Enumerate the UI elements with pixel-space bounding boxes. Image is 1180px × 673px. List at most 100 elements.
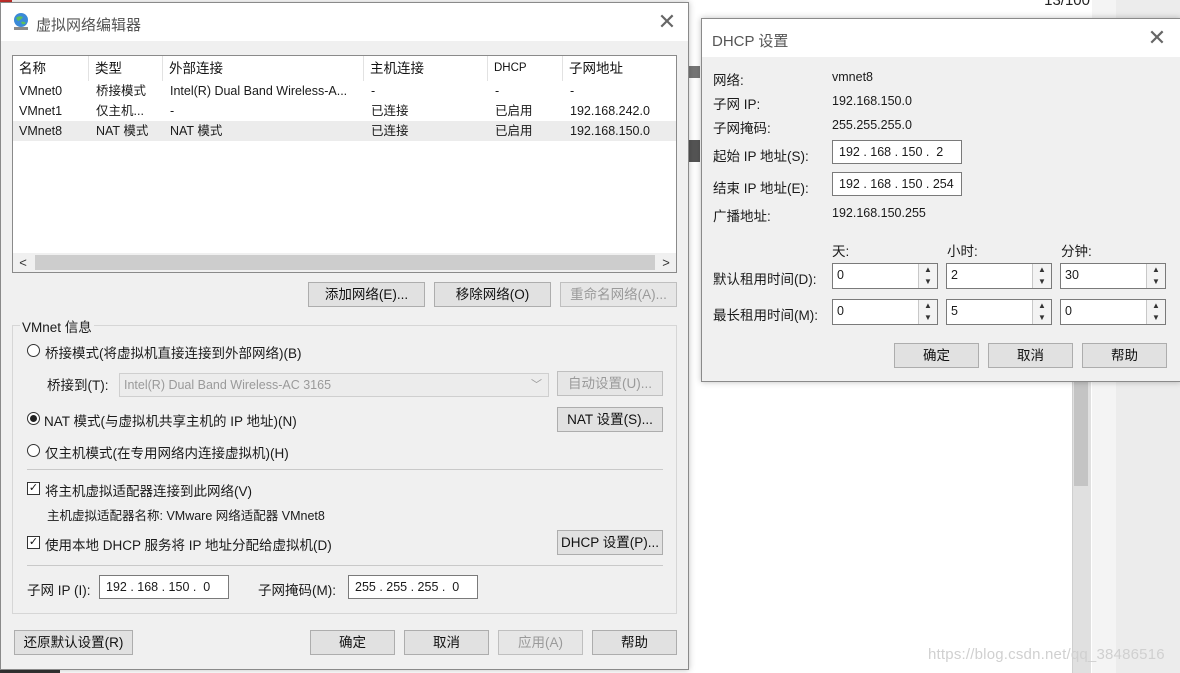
apply-button[interactable]: 应用(A) [498,630,583,655]
restore-defaults-button[interactable]: 还原默认设置(R) [14,630,133,655]
stepper-value: 5 [951,304,958,318]
host-only-label[interactable]: 仅主机模式(在专用网络内连接虚拟机)(H) [45,442,289,462]
table-horizontal-scrollbar[interactable]: < > [13,253,676,272]
subnet-mask-label: 子网掩码(M): [258,583,336,598]
stepper-value: 2 [951,268,958,282]
ok-button[interactable]: 确定 [894,343,979,368]
cancel-button[interactable]: 取消 [988,343,1073,368]
cell-name: VMnet8 [19,124,63,138]
max-lease-hours-stepper[interactable]: 5 ▲ ▼ [946,299,1052,325]
default-lease-hours-stepper[interactable]: 2 ▲ ▼ [946,263,1052,289]
title-bar: 虚拟网络编辑器 ✕ [1,3,688,41]
virtual-network-editor-window: 虚拟网络编辑器 ✕ 名称 类型 外部连接 主机连接 DHCP 子网地址 VMne… [0,2,689,670]
network-table: 名称 类型 外部连接 主机连接 DHCP 子网地址 VMnet0 桥接模式 In… [12,55,677,273]
cell-host: 已连接 [371,104,409,118]
cell-type: NAT 模式 [96,124,149,138]
broadcast-value: 192.168.150.255 [832,206,926,220]
end-ip-label: 结束 IP 地址(E): [713,181,809,196]
spin-down-icon[interactable]: ▼ [919,312,937,324]
max-lease-label: 最长租用时间(M): [713,308,818,323]
help-button[interactable]: 帮助 [592,630,677,655]
spin-down-icon[interactable]: ▼ [1033,312,1051,324]
cell-name: VMnet1 [19,104,63,118]
days-column-label: 天: [832,244,850,259]
remove-network-button[interactable]: 移除网络(O) [434,282,551,307]
use-dhcp-label[interactable]: 使用本地 DHCP 服务将 IP 地址分配给虚拟机(D) [45,534,332,554]
end-ip-field[interactable]: 192 . 168 . 150 . 254 [832,172,962,196]
cell-external: - [170,104,175,118]
close-icon[interactable]: ✕ [1144,25,1170,51]
vmware-network-icon [11,12,31,32]
default-lease-minutes-stepper[interactable]: 30 ▲ ▼ [1060,263,1166,289]
table-row-vmnet8[interactable]: VMnet8 NAT 模式 NAT 模式 已连接 已启用 192.168.150… [13,121,676,141]
chevron-left-icon[interactable]: < [13,253,33,272]
column-header-host[interactable]: 主机连接 [364,56,488,81]
column-header-external[interactable]: 外部连接 [163,56,364,81]
bridge-adapter-select[interactable]: Intel(R) Dual Band Wireless-AC 3165 ﹀ [119,373,549,397]
max-lease-minutes-stepper[interactable]: 0 ▲ ▼ [1060,299,1166,325]
cell-dhcp: 已启用 [495,124,533,138]
nat-mode-radio[interactable] [27,412,40,425]
divider [27,469,663,470]
default-lease-days-stepper[interactable]: 0 ▲ ▼ [832,263,938,289]
subnet-ip-value: 192.168.150.0 [832,94,912,108]
adapter-name-text: 主机虚拟适配器名称: VMware 网络适配器 VMnet8 [47,509,325,523]
column-header-subnet[interactable]: 子网地址 [563,56,676,81]
cell-type: 桥接模式 [96,84,147,98]
cell-type: 仅主机... [96,104,144,118]
start-ip-field[interactable]: 192 . 168 . 150 . 2 [832,140,962,164]
spin-down-icon[interactable]: ▼ [919,276,937,288]
help-button[interactable]: 帮助 [1082,343,1167,368]
dhcp-settings-button[interactable]: DHCP 设置(P)... [557,530,663,555]
host-only-radio[interactable] [27,444,40,457]
table-row-vmnet1[interactable]: VMnet1 仅主机... - 已连接 已启用 192.168.242.0 [13,101,676,121]
bridge-to-label: 桥接到(T): [47,378,109,393]
cancel-button[interactable]: 取消 [404,630,489,655]
scrollbar-thumb[interactable] [35,255,655,270]
network-value: vmnet8 [832,70,873,84]
start-ip-label: 起始 IP 地址(S): [713,149,809,164]
chevron-right-icon[interactable]: > [656,253,676,272]
cell-external: NAT 模式 [170,124,223,138]
subnet-ip-field[interactable]: 192 . 168 . 150 . 0 [99,575,229,599]
column-header-dhcp[interactable]: DHCP [488,56,563,81]
ok-button[interactable]: 确定 [310,630,395,655]
background-scrollbar-thumb[interactable] [1074,380,1088,486]
max-lease-days-stepper[interactable]: 0 ▲ ▼ [832,299,938,325]
spin-down-icon[interactable]: ▼ [1033,276,1051,288]
page-counter: 13/100 [1044,0,1090,9]
spin-down-icon[interactable]: ▼ [1147,276,1165,288]
subnet-mask-field[interactable]: 255 . 255 . 255 . 0 [348,575,478,599]
add-network-button[interactable]: 添加网络(E)... [308,282,425,307]
table-row-vmnet0[interactable]: VMnet0 桥接模式 Intel(R) Dual Band Wireless-… [13,81,676,101]
divider [27,565,663,566]
cell-dhcp: 已启用 [495,104,533,118]
bridge-mode-radio[interactable] [27,344,40,357]
nat-settings-button[interactable]: NAT 设置(S)... [557,407,663,432]
column-header-name[interactable]: 名称 [13,56,89,81]
cell-host: 已连接 [371,124,409,138]
subnet-ip-label: 子网 IP: [713,97,761,112]
column-header-type[interactable]: 类型 [89,56,163,81]
stepper-value: 0 [837,268,844,282]
close-icon[interactable]: ✕ [654,9,680,35]
dhcp-settings-window: DHCP 设置 ✕ 网络: vmnet8 子网 IP: 192.168.150.… [701,18,1180,382]
connect-adapter-checkbox[interactable]: ✓ [27,482,40,495]
connect-adapter-label[interactable]: 将主机虚拟适配器连接到此网络(V) [45,480,252,500]
chevron-down-icon: ﹀ [531,379,542,391]
spin-down-icon[interactable]: ▼ [1147,312,1165,324]
cell-subnet: 192.168.242.0 [570,104,650,118]
use-dhcp-checkbox[interactable]: ✓ [27,536,40,549]
title-bar: DHCP 设置 ✕ [702,19,1180,57]
cell-host: - [371,84,376,98]
bridge-mode-label[interactable]: 桥接模式(将虚拟机直接连接到外部网络)(B) [45,342,302,362]
rename-network-button[interactable]: 重命名网络(A)... [560,282,677,307]
subnet-ip-label: 子网 IP (I): [27,583,91,598]
auto-settings-button[interactable]: 自动设置(U)... [557,371,663,396]
stepper-value: 0 [1065,304,1072,318]
hours-column-label: 小时: [947,244,978,259]
window-title: DHCP 设置 [712,33,789,50]
bridge-adapter-value: Intel(R) Dual Band Wireless-AC 3165 [124,378,332,392]
nat-mode-label[interactable]: NAT 模式(与虚拟机共享主机的 IP 地址)(N) [44,410,297,430]
subnet-mask-label: 子网掩码: [713,121,771,136]
